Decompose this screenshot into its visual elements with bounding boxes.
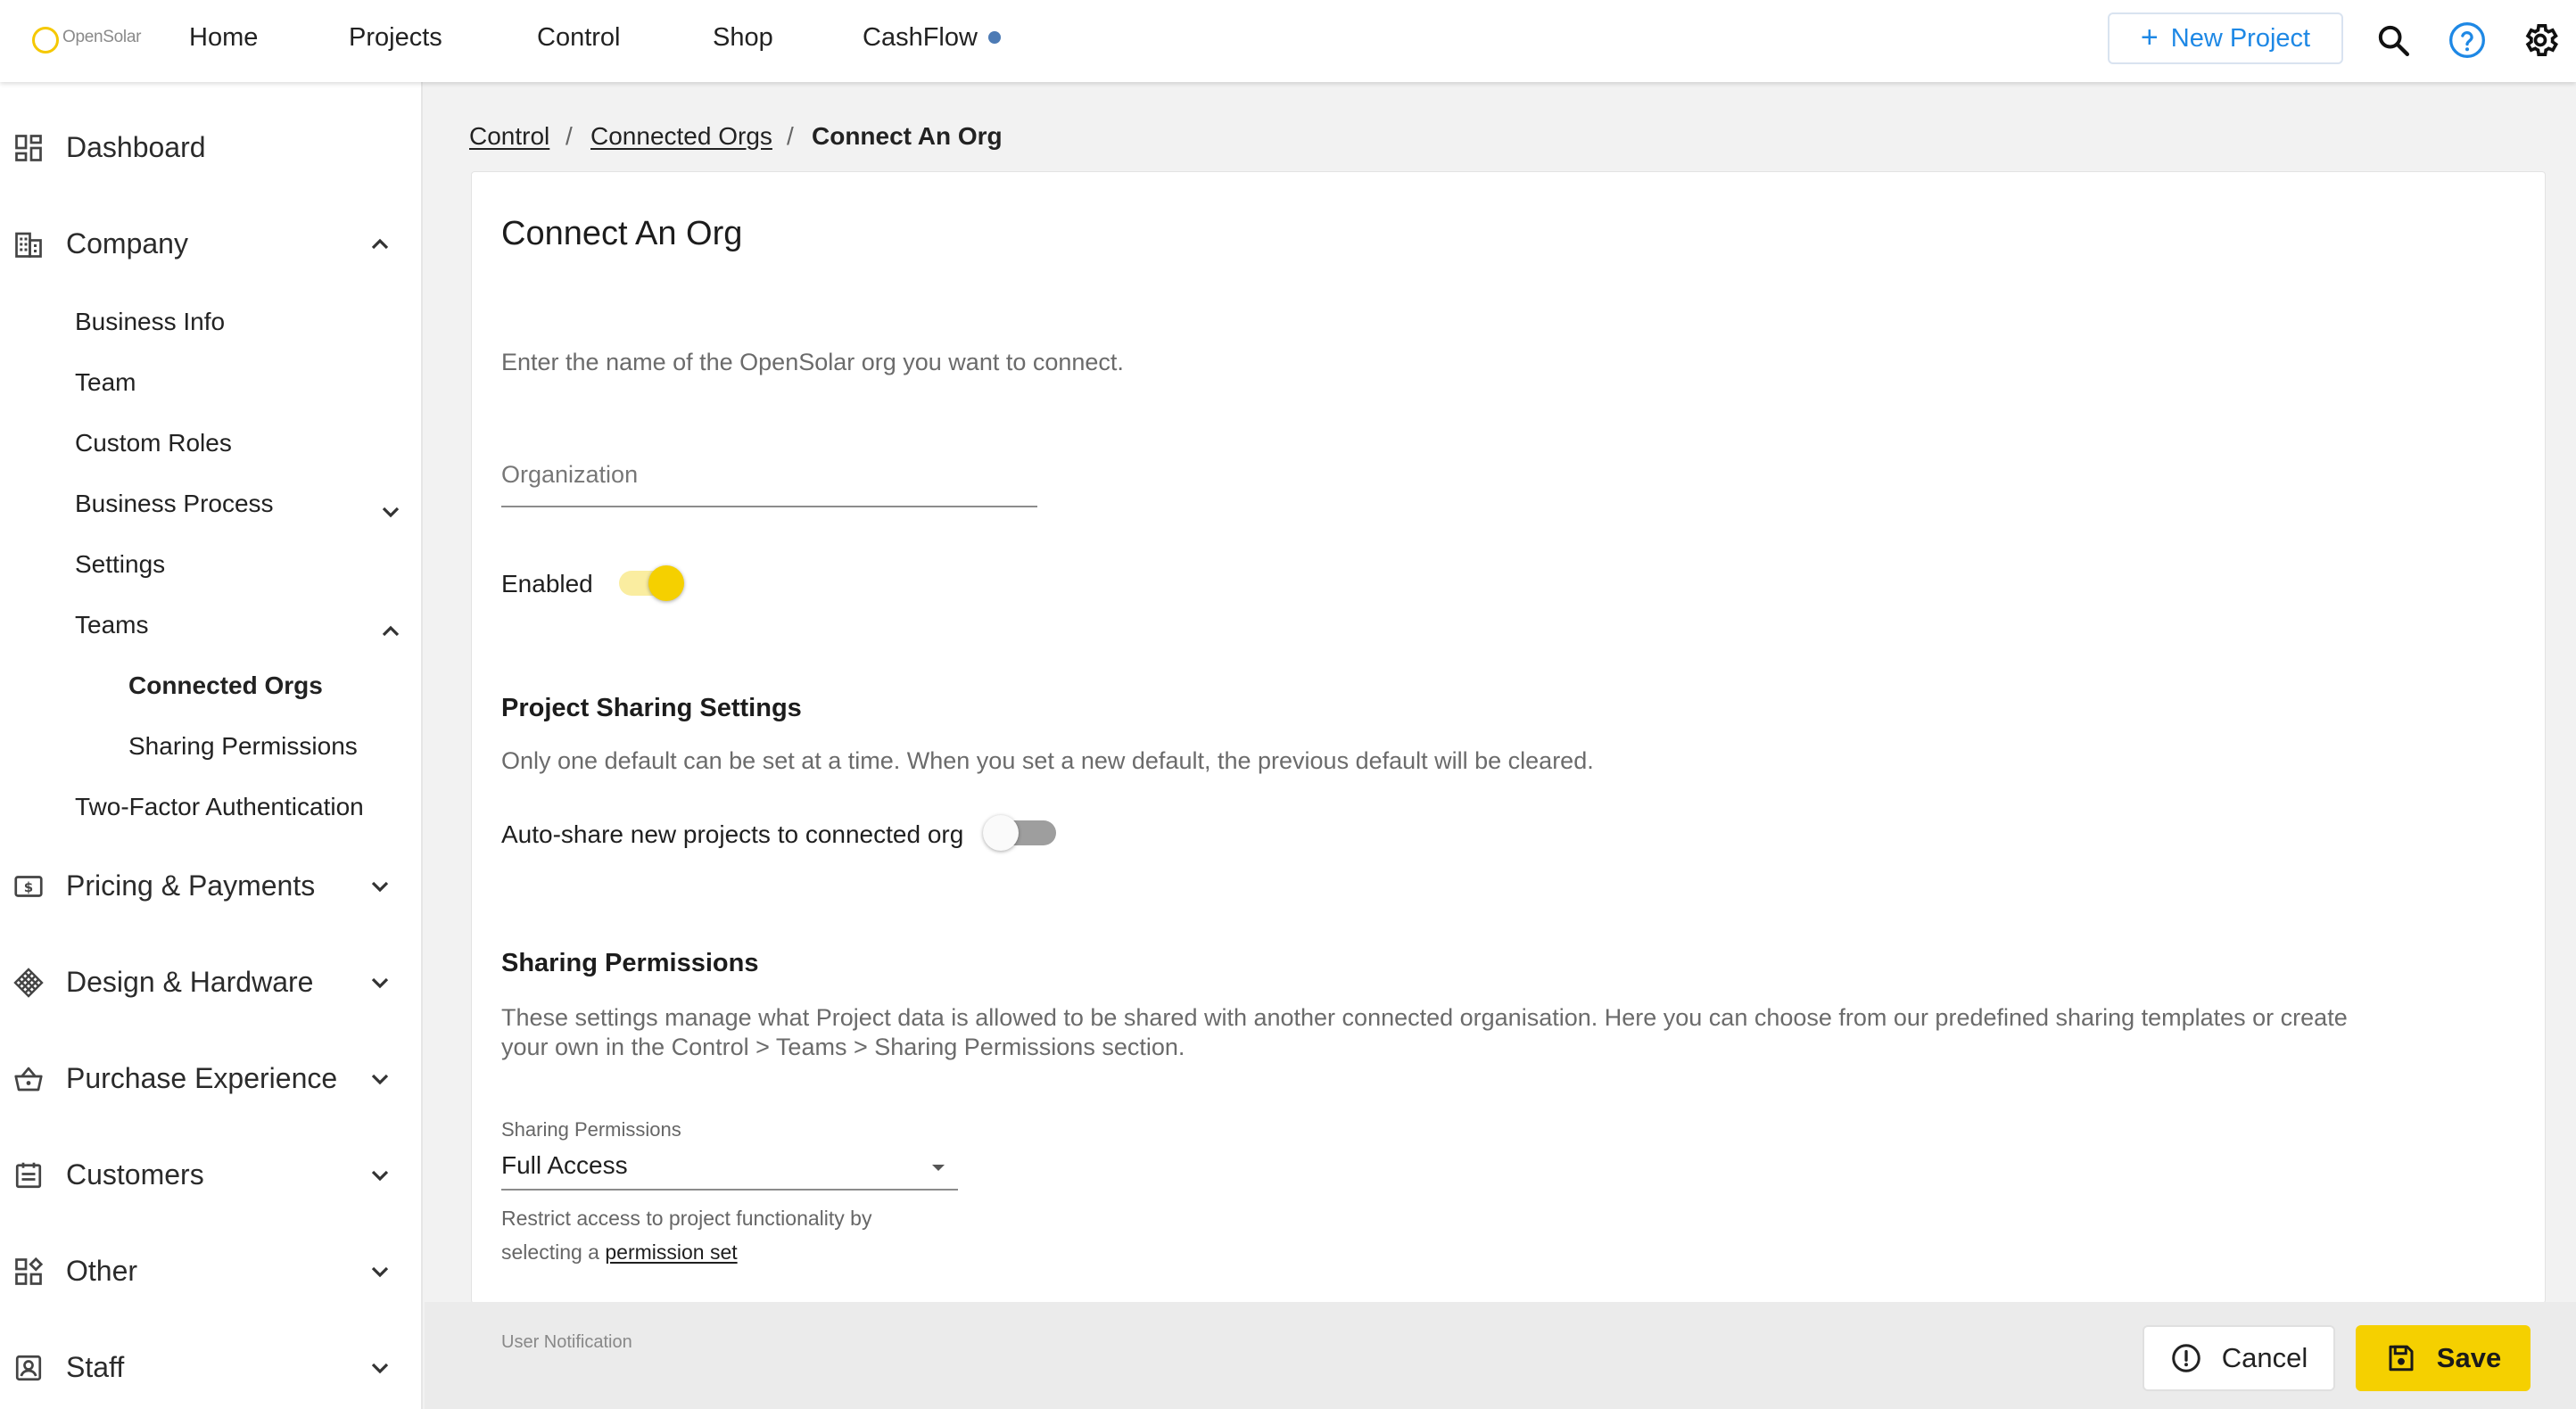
- search-icon[interactable]: [2371, 18, 2415, 62]
- chevron-down-icon: [382, 507, 400, 518]
- new-project-label: New Project: [2170, 23, 2311, 53]
- sidebar-item-custom-roles[interactable]: Custom Roles: [75, 429, 232, 457]
- top-navigation-bar: OpenSolar Home Projects Control Shop Cas…: [0, 0, 2576, 82]
- save-label: Save: [2436, 1342, 2502, 1373]
- chevron-down-icon: [371, 977, 389, 989]
- chevron-down-icon: [371, 1170, 389, 1182]
- cancel-label: Cancel: [2221, 1342, 2308, 1373]
- sidebar-item-dashboard[interactable]: Dashboard: [0, 119, 421, 177]
- sidebar-label-customers: Customers: [66, 1158, 204, 1191]
- sidebar-item-company[interactable]: Company: [0, 216, 421, 273]
- sidebar-label-teams: Teams: [75, 611, 149, 639]
- basket-icon: [14, 1067, 43, 1092]
- form-footer-toolbar: User Notification Cancel Save: [425, 1302, 2576, 1409]
- plus-icon: +: [2140, 20, 2159, 54]
- chevron-down-icon: [371, 1074, 389, 1085]
- toggle-knob: [983, 815, 1019, 851]
- calendar-list-icon: [15, 1162, 42, 1189]
- enabled-toggle[interactable]: [610, 561, 690, 606]
- sharing-permissions-select-label: Sharing Permissions: [501, 1118, 681, 1141]
- permission-set-link[interactable]: permission set: [605, 1240, 737, 1264]
- sidebar-item-design-hardware[interactable]: Design & Hardware: [0, 954, 421, 1011]
- sharing-permissions-select-value: Full Access: [501, 1151, 628, 1179]
- project-sharing-description: Only one default can be set at a time. W…: [501, 747, 1594, 774]
- sidebar-item-settings[interactable]: Settings: [75, 550, 165, 579]
- sidebar-item-teams[interactable]: Teams: [0, 605, 421, 662]
- logo-sun-icon: [32, 27, 59, 54]
- svg-text:$: $: [24, 879, 33, 895]
- sidebar-label-business-process: Business Process: [75, 490, 274, 517]
- logo-text: OpenSolar: [62, 28, 142, 46]
- sidebar: Dashboard Company Business Info Team Cus…: [0, 82, 423, 1409]
- chevron-up-icon: [371, 238, 389, 250]
- contact-card-icon: [15, 1355, 42, 1381]
- toggle-knob: [648, 565, 684, 601]
- helper-prefix: selecting a: [501, 1240, 599, 1264]
- new-project-button[interactable]: + New Project: [2108, 12, 2343, 64]
- sharing-permissions-helper-1: Restrict access to project functionality…: [501, 1207, 872, 1230]
- alert-circle-icon: [2172, 1344, 2200, 1372]
- sidebar-label-pricing: Pricing & Payments: [66, 869, 316, 902]
- organization-input[interactable]: Organization: [501, 449, 1037, 507]
- nav-projects[interactable]: Projects: [349, 21, 442, 54]
- page-title: Connect An Org: [501, 215, 743, 252]
- sidebar-item-team[interactable]: Team: [75, 368, 136, 397]
- sidebar-item-sharing-permissions[interactable]: Sharing Permissions: [128, 732, 358, 761]
- sidebar-item-staff[interactable]: Staff: [0, 1339, 421, 1397]
- sidebar-label-staff: Staff: [66, 1351, 125, 1383]
- connect-org-form-card: Connect An Org Enter the name of the Ope…: [471, 171, 2546, 1304]
- sidebar-label-company: Company: [66, 227, 188, 260]
- nav-home[interactable]: Home: [189, 21, 258, 54]
- sidebar-item-customers[interactable]: Customers: [0, 1147, 421, 1204]
- dashboard-icon: [15, 135, 42, 161]
- sharing-permissions-helper-2: selecting a permission set: [501, 1240, 738, 1267]
- user-notification-label: User Notification: [501, 1332, 632, 1352]
- save-button[interactable]: Save: [2356, 1325, 2531, 1391]
- breadcrumb-current: Connect An Org: [812, 122, 1003, 150]
- help-icon[interactable]: [2445, 18, 2489, 62]
- building-icon: [15, 232, 42, 258]
- dropdown-arrow-icon: [932, 1165, 945, 1171]
- sidebar-item-two-factor[interactable]: Two-Factor Authentication: [75, 793, 364, 821]
- sidebar-item-business-info[interactable]: Business Info: [75, 308, 225, 336]
- nav-shop[interactable]: Shop: [713, 21, 773, 54]
- sidebar-item-connected-orgs[interactable]: Connected Orgs: [128, 672, 323, 700]
- sidebar-label-purchase: Purchase Experience: [66, 1062, 338, 1094]
- nav-cashflow[interactable]: CashFlow: [863, 21, 978, 54]
- cashflow-status-dot: [988, 31, 1001, 44]
- chevron-down-icon: [371, 881, 389, 893]
- sidebar-item-purchase-experience[interactable]: Purchase Experience: [0, 1051, 421, 1108]
- gear-icon[interactable]: [2518, 18, 2563, 62]
- cancel-button[interactable]: Cancel: [2143, 1325, 2335, 1391]
- sharing-permissions-description-1: These settings manage what Project data …: [501, 1004, 2348, 1031]
- sidebar-label-dashboard: Dashboard: [66, 131, 206, 163]
- organization-placeholder: Organization: [501, 461, 639, 488]
- breadcrumb-separator: /: [566, 122, 573, 150]
- breadcrumb-control[interactable]: Control: [469, 122, 549, 151]
- sidebar-item-pricing-payments[interactable]: $ Pricing & Payments: [0, 858, 421, 915]
- autoshare-toggle[interactable]: [983, 811, 1063, 855]
- autoshare-label: Auto-share new projects to connected org: [501, 820, 964, 848]
- dollar-bill-icon: $: [14, 876, 43, 897]
- sidebar-item-other[interactable]: Other: [0, 1243, 421, 1300]
- enabled-label: Enabled: [501, 570, 593, 597]
- sharing-permissions-description-2: your own in the Control > Teams > Sharin…: [501, 1034, 1185, 1060]
- solar-panel-icon: [13, 968, 44, 998]
- sharing-permissions-heading: Sharing Permissions: [501, 949, 759, 977]
- sidebar-item-business-process[interactable]: Business Process: [0, 483, 421, 540]
- sidebar-label-design: Design & Hardware: [66, 966, 314, 998]
- sharing-permissions-select[interactable]: Full Access: [501, 1146, 958, 1191]
- chevron-down-icon: [371, 1266, 389, 1278]
- breadcrumb-connected-orgs[interactable]: Connected Orgs: [590, 122, 772, 151]
- intro-text: Enter the name of the OpenSolar org you …: [501, 349, 1124, 375]
- nav-control[interactable]: Control: [537, 21, 621, 54]
- save-icon: [2389, 1345, 2414, 1372]
- breadcrumb-separator: /: [787, 122, 794, 150]
- chevron-down-icon: [371, 1363, 389, 1374]
- chevron-up-icon: [382, 625, 400, 637]
- widgets-icon: [15, 1257, 44, 1285]
- project-sharing-heading: Project Sharing Settings: [501, 694, 802, 722]
- sidebar-label-other: Other: [66, 1255, 138, 1287]
